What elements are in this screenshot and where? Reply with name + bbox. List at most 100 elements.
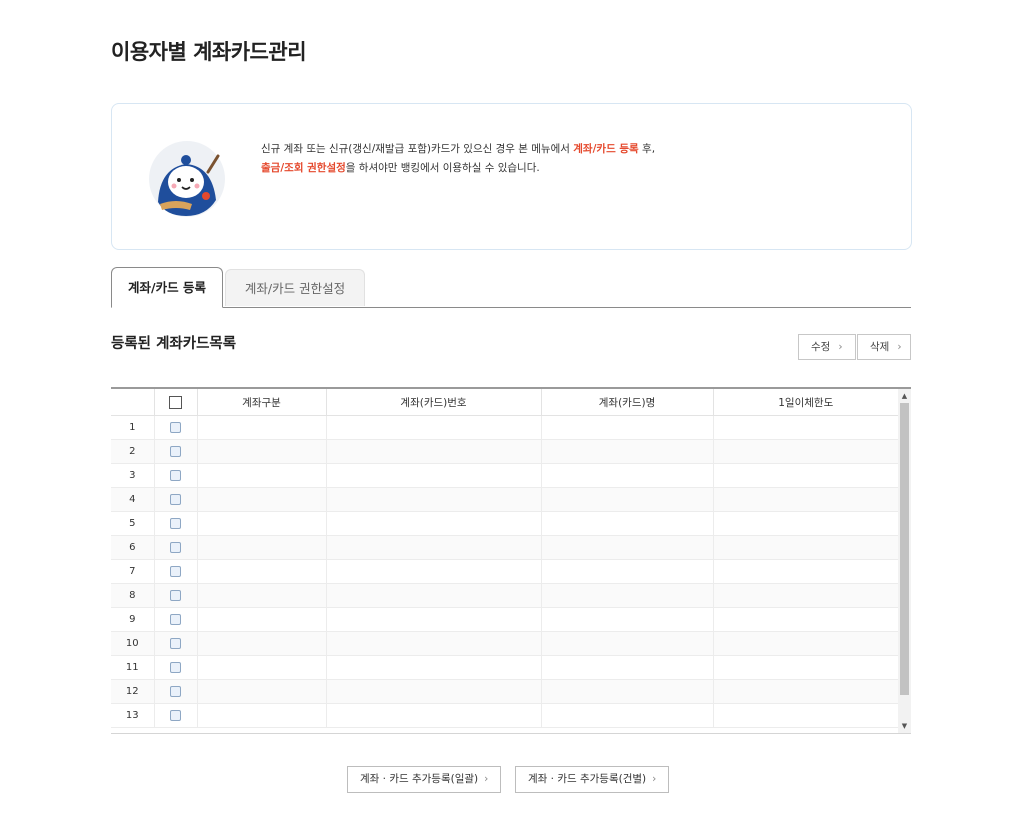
row-checkbox[interactable]: [170, 565, 181, 577]
edit-button[interactable]: 수정 ›: [798, 334, 856, 360]
account-name-cell: [540, 535, 713, 560]
row-checkbox[interactable]: [170, 709, 181, 721]
notice-line2-highlight: 출금/조회 권한설정: [261, 162, 346, 174]
header-account-number[interactable]: 계좌(카드)번호: [325, 389, 541, 416]
account-name-cell: [540, 655, 713, 680]
account-type-cell: [196, 583, 326, 608]
scroll-thumb[interactable]: [900, 403, 909, 695]
row-number: 7: [111, 559, 154, 584]
table-row[interactable]: 2: [111, 439, 898, 464]
table-row[interactable]: 13: [111, 703, 898, 728]
grid-body: 1 2 3 4 5 6 7 8 9 10 11 12 13: [111, 415, 898, 728]
row-checkbox[interactable]: [170, 493, 181, 505]
account-number-cell: [325, 631, 541, 656]
table-row[interactable]: 8: [111, 583, 898, 608]
account-type-cell: [196, 631, 326, 656]
row-select-cell: [153, 559, 197, 584]
row-number: 12: [111, 679, 154, 704]
chevron-right-icon: ›: [838, 341, 843, 353]
row-checkbox[interactable]: [170, 421, 181, 433]
table-row[interactable]: 10: [111, 631, 898, 656]
row-select-cell: [153, 439, 197, 464]
chevron-right-icon: ›: [484, 773, 489, 785]
account-name-cell: [540, 463, 713, 488]
table-row[interactable]: 9: [111, 607, 898, 632]
grid-scrollbar[interactable]: ▲ ▼: [898, 389, 911, 733]
row-number: 11: [111, 655, 154, 680]
scroll-down-icon[interactable]: ▼: [898, 719, 911, 733]
notice-box: 신규 계좌 또는 신규(갱신/재발급 포함)카드가 있으신 경우 본 메뉴에서 …: [111, 103, 912, 250]
table-row[interactable]: 1: [111, 415, 898, 440]
row-number: 4: [111, 487, 154, 512]
account-type-cell: [196, 511, 326, 536]
account-number-cell: [325, 463, 541, 488]
account-type-cell: [196, 439, 326, 464]
row-checkbox[interactable]: [170, 637, 181, 649]
daily-limit-cell: [712, 439, 898, 464]
daily-limit-cell: [712, 463, 898, 488]
section-title: 등록된 계좌카드목록: [111, 336, 237, 352]
account-number-cell: [325, 703, 541, 728]
header-row-number: [111, 389, 154, 416]
daily-limit-cell: [712, 631, 898, 656]
daily-limit-cell: [712, 487, 898, 512]
row-checkbox[interactable]: [170, 469, 181, 481]
table-row[interactable]: 6: [111, 535, 898, 560]
account-number-cell: [325, 583, 541, 608]
add-single-button[interactable]: 계좌 · 카드 추가등록(건별) ›: [515, 766, 670, 793]
header-daily-transfer-limit[interactable]: 1일이체한도: [712, 389, 898, 416]
header-account-type[interactable]: 계좌구분: [196, 389, 326, 416]
daily-limit-cell: [712, 511, 898, 536]
account-name-cell: [540, 631, 713, 656]
table-row[interactable]: 12: [111, 679, 898, 704]
row-number: 2: [111, 439, 154, 464]
delete-button[interactable]: 삭제 ›: [857, 334, 911, 360]
row-select-cell: [153, 511, 197, 536]
row-checkbox[interactable]: [170, 589, 181, 601]
row-checkbox[interactable]: [170, 445, 181, 457]
account-type-cell: [196, 703, 326, 728]
daily-limit-cell: [712, 607, 898, 632]
account-type-cell: [196, 607, 326, 632]
notice-line2-suffix: 을 하셔야만 뱅킹에서 이용하실 수 있습니다.: [345, 162, 540, 174]
header-account-name[interactable]: 계좌(카드)명: [540, 389, 713, 416]
table-row[interactable]: 3: [111, 463, 898, 488]
row-checkbox[interactable]: [170, 517, 181, 529]
row-number: 3: [111, 463, 154, 488]
chevron-right-icon: ›: [652, 773, 657, 785]
row-select-cell: [153, 535, 197, 560]
account-number-cell: [325, 559, 541, 584]
row-checkbox[interactable]: [170, 685, 181, 697]
row-checkbox[interactable]: [170, 661, 181, 673]
account-card-grid: 계좌구분 계좌(카드)번호 계좌(카드)명 1일이체한도 1 2 3 4 5 6 7 8 9 10…: [111, 387, 911, 734]
daily-limit-cell: [712, 679, 898, 704]
account-number-cell: [325, 511, 541, 536]
row-checkbox[interactable]: [170, 613, 181, 625]
row-checkbox[interactable]: [170, 541, 181, 553]
daily-limit-cell: [712, 415, 898, 440]
select-all-checkbox[interactable]: [169, 395, 182, 409]
account-name-cell: [540, 511, 713, 536]
table-row[interactable]: 7: [111, 559, 898, 584]
table-row[interactable]: 4: [111, 487, 898, 512]
account-number-cell: [325, 679, 541, 704]
notice-text: 신규 계좌 또는 신규(갱신/재발급 포함)카드가 있으신 경우 본 메뉴에서 …: [261, 140, 655, 178]
grid-header-row: 계좌구분 계좌(카드)번호 계좌(카드)명 1일이체한도: [111, 389, 898, 416]
row-number: 6: [111, 535, 154, 560]
row-select-cell: [153, 415, 197, 440]
tab-account-card-register[interactable]: 계좌/카드 등록: [111, 267, 223, 308]
add-bulk-button[interactable]: 계좌 · 카드 추가등록(일괄) ›: [347, 766, 502, 793]
table-row[interactable]: 5: [111, 511, 898, 536]
grid-table: 계좌구분 계좌(카드)번호 계좌(카드)명 1일이체한도 1 2 3 4 5 6 7 8 9 10…: [111, 389, 898, 728]
chevron-right-icon: ›: [897, 341, 902, 353]
row-select-cell: [153, 655, 197, 680]
account-name-cell: [540, 703, 713, 728]
daily-limit-cell: [712, 583, 898, 608]
row-select-cell: [153, 631, 197, 656]
tab-account-card-permission[interactable]: 계좌/카드 권한설정: [225, 269, 365, 306]
account-number-cell: [325, 415, 541, 440]
table-row[interactable]: 11: [111, 655, 898, 680]
account-name-cell: [540, 559, 713, 584]
scroll-up-icon[interactable]: ▲: [898, 389, 911, 403]
daily-limit-cell: [712, 655, 898, 680]
